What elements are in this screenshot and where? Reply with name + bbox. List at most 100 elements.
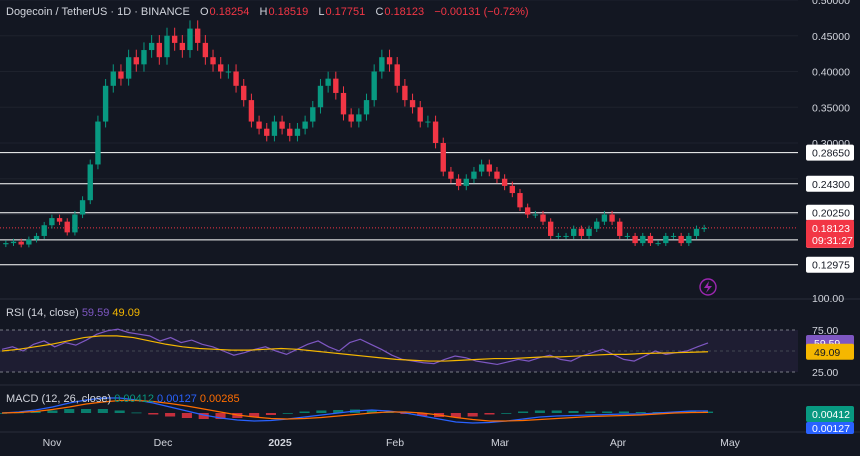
candle-body <box>110 71 116 86</box>
candle-body <box>678 235 684 244</box>
candle-body <box>425 121 431 123</box>
price-tick: 0.35000 <box>812 102 850 114</box>
rsi-ma-value: 49.09 <box>112 307 140 319</box>
time-tick: Apr <box>610 437 627 449</box>
candle-body <box>102 85 109 122</box>
macd-histogram-bar <box>467 413 478 417</box>
candle-body <box>233 71 239 86</box>
macd-histogram-bar <box>282 413 293 414</box>
candle-body <box>371 71 377 101</box>
candle-body <box>118 71 124 79</box>
rsi-tick: 25.00 <box>812 367 838 379</box>
macd-histogram-bar <box>265 413 276 415</box>
macd-histogram-bar <box>635 412 646 413</box>
level-label: 0.12975 <box>812 260 850 272</box>
candle-body <box>125 57 132 79</box>
rsi-title: RSI (14, close) <box>6 307 79 319</box>
candle-body <box>294 128 301 136</box>
high-label: H <box>259 6 268 18</box>
candle-body <box>471 171 477 179</box>
candle-body <box>79 200 86 215</box>
macd-histogram-bar <box>316 410 327 413</box>
candle-body <box>241 85 247 101</box>
candle-body <box>609 214 615 222</box>
candle-body <box>302 121 308 129</box>
candle-body <box>455 178 462 186</box>
candle-body <box>547 221 554 236</box>
candle-body <box>686 235 692 244</box>
candle-body <box>494 171 500 179</box>
candle-body <box>3 243 9 245</box>
candle-body <box>72 214 78 233</box>
macd-histogram-bar <box>165 413 176 417</box>
candle-body <box>402 85 408 101</box>
rsi-legend[interactable]: RSI (14, close) 59.59 49.09 <box>6 307 140 319</box>
time-tick: Feb <box>386 437 404 449</box>
lightning-icon[interactable] <box>699 278 717 296</box>
candle-body <box>478 164 485 172</box>
price-axis: 0.500000.450000.400000.350000.300000.250… <box>806 0 854 435</box>
candle-body <box>356 114 362 122</box>
candle-body <box>440 143 446 172</box>
candle-body <box>409 100 416 108</box>
candle-body <box>317 85 324 108</box>
macd-histogram-bar <box>602 411 613 413</box>
macd-legend[interactable]: MACD (12, 26, close) 0.00412 0.00127 0.0… <box>6 393 240 405</box>
candle-body <box>632 235 638 244</box>
countdown-label: 09:31:27 <box>812 235 853 247</box>
symbol-title[interactable]: Dogecoin / TetherUS · 1D · BINANCE <box>6 6 190 18</box>
macd-histogram-bar <box>299 411 310 413</box>
high-value: 0.18519 <box>268 6 309 18</box>
candle-body <box>524 207 531 215</box>
macd-histogram-bar <box>114 410 125 413</box>
time-tick: Mar <box>491 437 510 449</box>
candle-body <box>187 28 193 51</box>
chart-area[interactable]: 0.500000.450000.400000.350000.300000.250… <box>0 0 860 451</box>
candle-body <box>194 28 201 43</box>
time-tick: Dec <box>154 437 173 449</box>
candle-body <box>701 228 707 230</box>
macd-histogram-bar <box>585 411 596 413</box>
candle-body <box>340 92 347 115</box>
candle-body <box>655 243 661 245</box>
candle-body <box>540 214 546 222</box>
candle-body <box>647 235 654 244</box>
macd-histogram-bar <box>131 412 142 414</box>
macd-histogram-bar <box>148 413 159 415</box>
time-tick: 2025 <box>268 437 292 449</box>
candle-body <box>18 241 24 245</box>
candle-body <box>640 235 646 244</box>
price-tick: 0.40000 <box>812 67 850 79</box>
candle-body <box>141 50 147 65</box>
candle-body <box>486 164 492 172</box>
candle-body <box>264 128 270 136</box>
close-value: 0.18123 <box>384 6 425 18</box>
candle-body <box>248 100 255 122</box>
macd-histogram-bar <box>618 411 629 413</box>
macd-hist-value: 0.00412 <box>114 393 154 405</box>
candle-body <box>379 57 385 72</box>
current-price-label: 0.18123 <box>812 223 850 235</box>
candle-body <box>386 57 393 65</box>
price-tick: 0.50000 <box>812 0 850 7</box>
candle-body <box>56 218 63 222</box>
candle-body <box>670 235 677 237</box>
macd-signal-value: 0.00127 <box>157 393 197 405</box>
symbol-header: Dogecoin / TetherUS · 1D · BINANCE O0.18… <box>6 6 530 18</box>
chart-canvas[interactable]: 0.500000.450000.400000.350000.300000.250… <box>0 0 860 451</box>
macd-histogram-bar <box>518 411 529 413</box>
candle-body <box>501 178 508 186</box>
candle-body <box>555 235 562 237</box>
macd-histogram-bar <box>551 410 562 413</box>
candle-body <box>517 193 523 208</box>
candle-body <box>148 42 155 51</box>
candle-body <box>333 78 339 93</box>
candle-body <box>210 57 216 65</box>
candle-body <box>432 121 439 143</box>
candle-body <box>348 114 354 122</box>
candle-body <box>95 121 101 165</box>
open-value: 0.18254 <box>209 6 250 18</box>
candle-body <box>571 228 577 236</box>
candle-body <box>594 221 600 229</box>
candle-body <box>586 228 592 236</box>
